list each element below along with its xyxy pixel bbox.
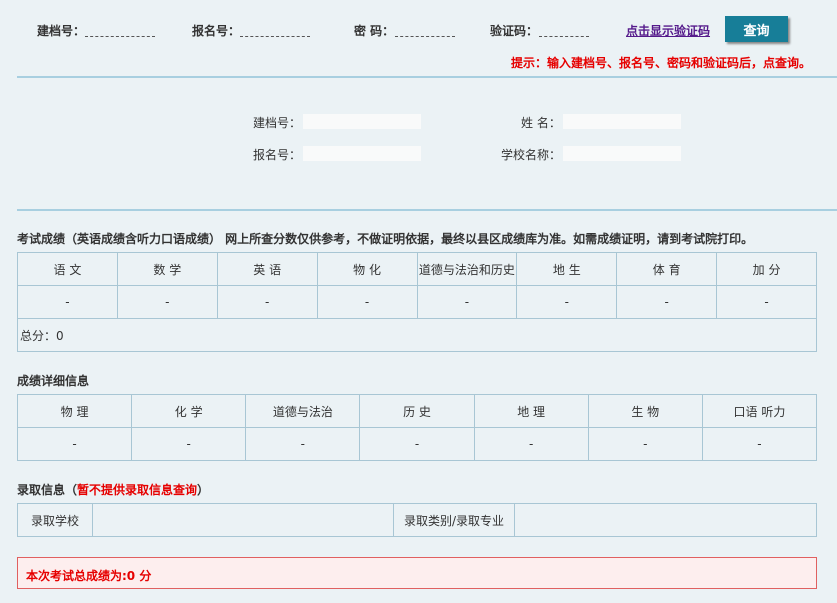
info-archive-no-value — [303, 114, 421, 129]
final-total-text: 本次考试总成绩为:0 分 — [26, 569, 152, 583]
admission-title-suffix: ） — [197, 483, 210, 497]
reg-no-input[interactable] — [240, 20, 310, 37]
exam-value-cell: - — [17, 285, 118, 319]
admission-table: 录取学校 录取类别/录取专业 — [17, 503, 817, 537]
admission-title-prefix: 录取信息（ — [17, 483, 78, 497]
exam-header-cell: 道德与法治和历史 — [416, 252, 518, 286]
detail-scores-value-row: - - - - - - - — [16, 427, 818, 461]
detail-header-cell: 化 学 — [131, 394, 247, 428]
info-school-value — [563, 146, 681, 161]
exam-header-cell: 体 育 — [616, 252, 718, 286]
top-divider — [17, 76, 837, 78]
detail-value-cell: - — [587, 427, 703, 461]
detail-scores-table: 物 理 化 学 道德与法治 历 史 地 理 生 物 口语 听力 - - - - … — [16, 394, 818, 461]
exam-header-cell: 加 分 — [716, 252, 817, 286]
detail-header-cell: 物 理 — [16, 394, 133, 428]
admission-title: 录取信息（暂不提供录取信息查询） — [17, 481, 209, 498]
info-divider — [17, 209, 837, 211]
show-captcha-link[interactable]: 点击显示验证码 — [626, 22, 710, 39]
info-school-label: 学校名称： — [501, 148, 562, 162]
detail-header-cell: 道德与法治 — [245, 394, 361, 428]
captcha-label: 验证码： — [490, 24, 539, 38]
admission-title-note: 暂不提供录取信息查询 — [77, 483, 198, 497]
detail-value-cell: - — [245, 427, 361, 461]
detail-value-cell: - — [473, 427, 589, 461]
exam-scores-header-row: 语 文 数 学 英 语 物 化 道德与法治和历史 地 生 体 育 加 分 — [17, 252, 817, 286]
admission-category-value — [514, 503, 817, 537]
exam-value-cell: - — [516, 285, 618, 319]
exam-scores-table: 语 文 数 学 英 语 物 化 道德与法治和历史 地 生 体 育 加 分 - -… — [17, 252, 817, 352]
password-input[interactable] — [395, 20, 455, 37]
exam-total-row: 总分：0 — [17, 318, 817, 352]
info-archive-no-label: 建档号： — [253, 116, 302, 130]
detail-header-cell: 生 物 — [587, 394, 703, 428]
detail-header-cell: 地 理 — [473, 394, 589, 428]
password-label: 密 码： — [354, 24, 395, 38]
detail-value-cell: - — [16, 427, 133, 461]
exam-value-cell: - — [716, 285, 817, 319]
exam-value-cell: - — [616, 285, 718, 319]
exam-header-cell: 地 生 — [516, 252, 618, 286]
archive-no-input[interactable] — [85, 20, 155, 37]
info-reg-no-value — [303, 146, 421, 161]
query-hint: 提示：输入建档号、报名号、密码和验证码后，点查询。 — [510, 56, 811, 70]
admission-school-label: 录取学校 — [17, 503, 93, 537]
exam-scores-title: 考试成绩（英语成绩含听力口语成绩） 网上所查分数仅供参考，不做证明依据，最终以县… — [17, 232, 754, 246]
exam-header-cell: 英 语 — [216, 252, 318, 286]
exam-value-cell: - — [316, 285, 418, 319]
exam-header-cell: 语 文 — [17, 252, 118, 286]
captcha-input[interactable] — [539, 20, 589, 37]
final-total-box: 本次考试总成绩为:0 分 — [17, 557, 817, 589]
exam-value-cell: - — [116, 285, 218, 319]
info-name-value — [563, 114, 681, 129]
detail-header-cell: 口语 听力 — [701, 394, 818, 428]
exam-value-cell: - — [216, 285, 318, 319]
info-name-label: 姓 名： — [521, 116, 561, 130]
exam-value-cell: - — [416, 285, 518, 319]
admission-category-label: 录取类别/录取专业 — [393, 503, 515, 537]
exam-scores-value-row: - - - - - - - - — [17, 285, 817, 319]
exam-header-cell: 数 学 — [116, 252, 218, 286]
detail-value-cell: - — [131, 427, 247, 461]
detail-value-cell: - — [359, 427, 475, 461]
exam-total-score: 总分：0 — [17, 318, 817, 352]
detail-scores-title: 成绩详细信息 — [17, 374, 90, 388]
archive-no-label: 建档号： — [37, 24, 86, 38]
admission-school-value — [92, 503, 394, 537]
detail-scores-header-row: 物 理 化 学 道德与法治 历 史 地 理 生 物 口语 听力 — [16, 394, 818, 428]
reg-no-label: 报名号： — [192, 24, 241, 38]
query-button[interactable]: 查询 — [725, 16, 788, 42]
admission-row: 录取学校 录取类别/录取专业 — [17, 503, 817, 537]
detail-value-cell: - — [701, 427, 818, 461]
exam-header-cell: 物 化 — [316, 252, 418, 286]
info-reg-no-label: 报名号： — [253, 148, 302, 162]
detail-header-cell: 历 史 — [359, 394, 475, 428]
